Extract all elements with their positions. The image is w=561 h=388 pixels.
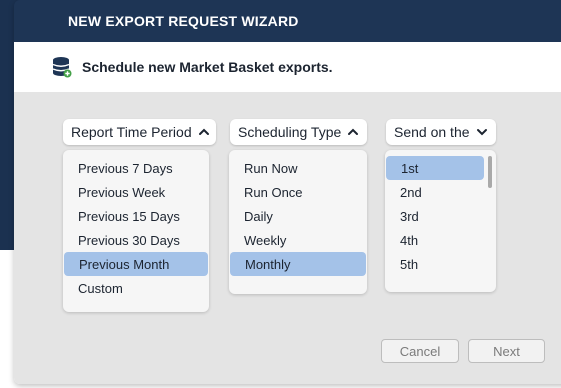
cancel-button[interactable]: Cancel: [381, 339, 459, 363]
list-item-previous-week[interactable]: Previous Week: [63, 180, 209, 204]
list-item-3rd[interactable]: 3rd: [385, 204, 496, 228]
list-item-monthly[interactable]: Monthly: [230, 252, 366, 276]
scheduling-type-dropdown[interactable]: Scheduling Type: [230, 119, 367, 145]
list-item-previous-15-days[interactable]: Previous 15 Days: [63, 204, 209, 228]
send-on-list: 1st 2nd 3rd 4th 5th: [385, 150, 496, 292]
wizard-subtitle: Schedule new Market Basket exports.: [82, 59, 333, 75]
wizard-title: NEW EXPORT REQUEST WIZARD: [68, 13, 299, 29]
chevron-down-icon: [476, 129, 487, 136]
list-item-5th[interactable]: 5th: [385, 252, 496, 276]
database-add-icon: [52, 57, 72, 78]
send-on-label: Send on the: [394, 124, 470, 140]
wizard-title-bar: NEW EXPORT REQUEST WIZARD: [14, 0, 561, 42]
export-wizard-window: NEW EXPORT REQUEST WIZARD Schedule new M…: [14, 0, 561, 384]
report-time-period-dropdown[interactable]: Report Time Period: [63, 119, 216, 145]
scheduling-type-list: Run Now Run Once Daily Weekly Monthly: [229, 150, 367, 294]
list-item-4th[interactable]: 4th: [385, 228, 496, 252]
next-button[interactable]: Next: [468, 339, 545, 363]
list-item-run-now[interactable]: Run Now: [229, 156, 367, 180]
list-item-daily[interactable]: Daily: [229, 204, 367, 228]
list-item-2nd[interactable]: 2nd: [385, 180, 496, 204]
report-time-period-list: Previous 7 Days Previous Week Previous 1…: [63, 150, 209, 312]
wizard-content: Report Time Period Previous 7 Days Previ…: [14, 92, 561, 384]
list-item-weekly[interactable]: Weekly: [229, 228, 367, 252]
wizard-subheader: Schedule new Market Basket exports.: [14, 42, 561, 92]
list-item-previous-7-days[interactable]: Previous 7 Days: [63, 156, 209, 180]
list-item-custom[interactable]: Custom: [63, 276, 209, 300]
list-item-1st[interactable]: 1st: [386, 156, 484, 180]
chevron-up-icon: [198, 128, 209, 135]
list-item-previous-30-days[interactable]: Previous 30 Days: [63, 228, 209, 252]
scheduling-type-label: Scheduling Type: [238, 124, 342, 140]
chevron-up-icon: [348, 128, 359, 135]
list-item-run-once[interactable]: Run Once: [229, 180, 367, 204]
report-time-period-label: Report Time Period: [71, 124, 192, 140]
list-scrollbar[interactable]: [488, 156, 492, 188]
send-on-dropdown[interactable]: Send on the: [386, 119, 496, 145]
list-item-previous-month[interactable]: Previous Month: [64, 252, 208, 276]
